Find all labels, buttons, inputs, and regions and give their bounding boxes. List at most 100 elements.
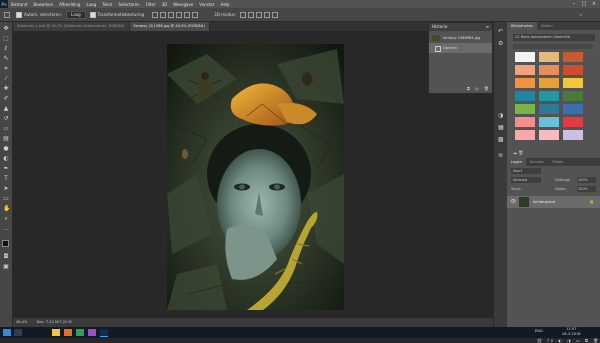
minimize-icon[interactable]: – xyxy=(569,0,579,8)
move-tool-icon[interactable]: ✥ xyxy=(3,26,9,32)
history-state-open[interactable]: Openen xyxy=(429,43,492,53)
menu-item-filter[interactable]: Filter xyxy=(143,2,159,7)
zoom-level[interactable]: 46,4% xyxy=(16,320,27,324)
history-icon[interactable]: ↶ xyxy=(498,28,503,35)
properties-icon[interactable]: ⚙ xyxy=(498,40,503,47)
color-swatch[interactable] xyxy=(539,78,559,88)
color-swatch[interactable] xyxy=(563,78,583,88)
history-actions-icons[interactable]: ⧉ ◎ 🗑 xyxy=(467,86,491,91)
menu-item-afbeelding[interactable]: Afbeelding xyxy=(56,2,83,7)
language-indicator[interactable]: ENG xyxy=(535,329,543,333)
search-icon[interactable]: ⌕ xyxy=(580,12,582,17)
color-swatch[interactable] xyxy=(515,91,535,101)
maximize-icon[interactable]: □ xyxy=(579,0,589,8)
color-swatch[interactable] xyxy=(563,65,583,75)
eye-icon[interactable]: 👁 xyxy=(510,199,516,205)
close-icon[interactable]: × xyxy=(589,0,599,8)
firefox-icon[interactable] xyxy=(64,329,72,336)
photoshop-taskbar-icon[interactable] xyxy=(100,329,108,337)
tab-fantasy[interactable]: Fantasy (2)1586.jpg @ 46,4% (RGB/8#) xyxy=(129,22,210,31)
color-swatch[interactable] xyxy=(563,52,583,62)
layer-row-background[interactable]: 👁 Achtergrond 🔒 xyxy=(507,196,600,208)
document-canvas-image[interactable] xyxy=(167,44,344,310)
auto-select-checkbox[interactable]: Autom. selecteren: xyxy=(16,11,62,18)
library-search-input[interactable] xyxy=(513,44,593,49)
clock[interactable]: 11:57 28-3-2018 xyxy=(562,327,581,337)
color-swatch[interactable] xyxy=(515,117,535,127)
color-swatch[interactable] xyxy=(515,65,535,75)
swatches-icon[interactable]: ▩ xyxy=(498,136,504,143)
color-swatch[interactable] xyxy=(539,117,559,127)
menu-item-tekst[interactable]: Tekst xyxy=(99,2,115,7)
brush-tool-icon[interactable]: ✐ xyxy=(3,96,9,102)
history-snapshot[interactable]: fantasy-1586984.jpg xyxy=(429,33,492,43)
quick-select-tool-icon[interactable]: ✎ xyxy=(3,56,9,62)
hand-tool-icon[interactable]: ✋ xyxy=(3,206,10,212)
tab-channels[interactable]: Kanalen xyxy=(526,158,548,166)
library-select[interactable]: CC Basis Adressstalen Swatchlib xyxy=(513,34,595,41)
crop-tool-icon[interactable]: ⌗ xyxy=(3,66,9,72)
library-footer-icons[interactable]: ☁ 🗑 xyxy=(513,150,523,155)
path-select-tool-icon[interactable]: ➤ xyxy=(3,186,9,192)
color-swatch[interactable] xyxy=(515,130,535,140)
styles-icon[interactable]: ▦ xyxy=(498,124,504,131)
panel-menu-icon[interactable]: ≡ xyxy=(486,23,489,31)
color-swatch[interactable] xyxy=(539,65,559,75)
healing-brush-tool-icon[interactable]: ✚ xyxy=(3,86,9,92)
color-swatch[interactable] xyxy=(539,91,559,101)
color-swatch[interactable] xyxy=(563,130,583,140)
foreground-color-swatch[interactable] xyxy=(2,240,9,247)
move-tool-icon[interactable] xyxy=(4,11,12,18)
color-swatch[interactable] xyxy=(515,78,535,88)
menu-item-bestand[interactable]: Bestand xyxy=(8,2,30,7)
marquee-tool-icon[interactable]: ⬚ xyxy=(3,36,9,42)
fill-input[interactable]: 100% xyxy=(577,186,596,192)
lasso-tool-icon[interactable]: ℓ xyxy=(3,46,9,52)
color-swatch[interactable] xyxy=(563,91,583,101)
tab-swatches[interactable]: Stalen xyxy=(537,22,556,30)
color-swatch[interactable] xyxy=(539,52,559,62)
channels-icon[interactable]: ≋ xyxy=(498,152,503,159)
zoom-tool-icon[interactable]: ⌕ xyxy=(3,216,9,222)
search-icon[interactable] xyxy=(14,329,22,336)
color-swatch[interactable] xyxy=(539,104,559,114)
tab-layers[interactable]: Lagen xyxy=(507,158,526,166)
adjustments-icon[interactable]: ◑ xyxy=(498,112,503,119)
quick-mask-icon[interactable]: ◘ xyxy=(3,254,9,260)
windows-start-icon[interactable] xyxy=(3,329,11,336)
clone-stamp-tool-icon[interactable]: ▲ xyxy=(3,106,9,112)
rectangle-tool-icon[interactable]: ▭ xyxy=(3,196,9,202)
blend-mode-select[interactable]: Normaal xyxy=(511,177,541,183)
tab-libraries[interactable]: Bibliotheken xyxy=(507,22,538,30)
screen-mode-icon[interactable]: ▣ xyxy=(3,264,9,270)
color-swatch[interactable] xyxy=(515,52,535,62)
color-swatch[interactable] xyxy=(515,104,535,114)
app-icon[interactable] xyxy=(88,329,96,336)
pen-tool-icon[interactable]: ✒ xyxy=(3,166,9,172)
chrome-icon[interactable] xyxy=(76,329,84,336)
menu-item-3d[interactable]: 3D xyxy=(159,2,171,7)
color-swatch[interactable] xyxy=(563,104,583,114)
tab-drakenen[interactable]: Drakenen-L.psd @ 16,7% (Drakenen-lichtce… xyxy=(13,22,130,31)
menu-item-bewerken[interactable]: Bewerken xyxy=(30,2,56,7)
gradient-tool-icon[interactable]: ▤ xyxy=(3,136,9,142)
file-explorer-icon[interactable] xyxy=(52,329,60,336)
menu-item-help[interactable]: Help xyxy=(217,2,232,7)
menu-item-venster[interactable]: Venster xyxy=(196,2,217,7)
auto-select-dropdown[interactable]: Laag xyxy=(65,10,86,19)
align-icons[interactable] xyxy=(152,11,200,18)
more-tools-icon[interactable]: … xyxy=(3,226,9,232)
layers-footer-icons[interactable]: ⛓ fx ◐ ◑ ▭ ⧉ 🗑 xyxy=(537,338,600,343)
layer-kind-filter[interactable]: Soort xyxy=(511,168,541,174)
eraser-tool-icon[interactable]: ▱ xyxy=(3,126,9,132)
type-tool-icon[interactable]: T xyxy=(3,176,9,182)
tab-paths[interactable]: Paden xyxy=(548,158,567,166)
transform-controls-checkbox[interactable]: Transformatiebesturing xyxy=(89,11,144,18)
3d-mode-icons[interactable] xyxy=(240,11,280,18)
history-brush-tool-icon[interactable]: ↺ xyxy=(3,116,9,122)
dodge-tool-icon[interactable]: ◐ xyxy=(3,156,9,162)
menu-item-laag[interactable]: Laag xyxy=(83,2,99,7)
opacity-input[interactable]: 100% xyxy=(577,177,596,183)
blur-tool-icon[interactable]: ● xyxy=(3,146,9,152)
menu-item-selecteren[interactable]: Selecteren xyxy=(115,2,142,7)
